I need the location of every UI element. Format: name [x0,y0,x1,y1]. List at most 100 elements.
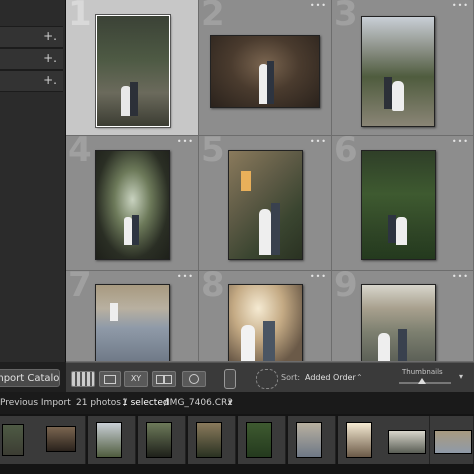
window-light [241,171,251,191]
photo-count: 21 photos / [76,398,127,408]
collection-row-3[interactable]: +. [0,70,63,92]
bride-figure [259,209,271,255]
filmstrip-thumb[interactable] [430,416,474,464]
photo-thumbnail[interactable] [228,150,303,260]
survey-icon [164,375,172,384]
bride-figure [396,217,407,245]
filmstrip-info-bar: Previous Import 21 photos / 1 selected /… [0,392,474,414]
cell-number: 6 [334,136,358,170]
more-icon[interactable]: ••• [310,137,327,146]
collection-row-1[interactable]: +. [0,26,63,48]
photo-thumbnail [434,430,472,454]
selected-count: 1 selected [122,398,169,408]
groom-figure [267,61,274,104]
filmstrip-thumb[interactable] [138,416,186,464]
import-catalog-button[interactable]: Import Catalog [0,369,60,387]
photo-thumbnail[interactable] [95,150,170,260]
groom-figure [398,329,407,361]
add-icon[interactable]: +. [43,29,57,43]
more-icon[interactable]: ••• [452,272,469,281]
grid-cell-9[interactable]: 9 ••• [332,271,474,362]
thumbnails-label: Thumbnails [402,368,443,376]
more-icon[interactable]: ••• [310,1,327,10]
cell-number: 2 [201,0,225,34]
photo-thumbnail[interactable] [95,14,171,128]
add-icon[interactable]: +. [43,73,57,87]
bride-figure [110,303,118,321]
filmstrip-thumb[interactable] [88,416,136,464]
cell-number: 1 [68,0,92,34]
grid-toolbar: XY Sort: Added Order ⌃ Thumbnails ▾ [66,362,474,393]
survey-view-button[interactable] [152,371,176,387]
filename-dropdown-icon[interactable]: ▾ [228,398,233,408]
cell-number: 3 [334,0,358,34]
bride-figure [124,217,132,245]
filename: /IMG_7406.CR2 [164,398,233,408]
groom-figure [132,215,139,245]
sort-label: Sort: [281,373,301,382]
grid-cell-1[interactable]: 1 [66,0,199,136]
cell-number: 9 [334,271,358,305]
cell-number: 7 [68,271,92,305]
groom-figure [271,203,280,255]
photo-thumbnail [346,422,372,458]
grid-cell-8[interactable]: 8 ••• [199,271,332,362]
filmstrip-thumb[interactable] [238,416,286,464]
compare-view-button[interactable]: XY [124,371,148,387]
sort-dropdown[interactable]: Added Order [305,373,356,382]
filmstrip-thumb[interactable] [384,416,430,464]
people-view-button[interactable] [182,371,206,387]
face-icon [189,374,199,384]
photo-thumbnail [196,422,222,458]
bride-figure [378,333,390,361]
grid-cell-5[interactable]: 5 ••• [199,136,332,271]
photo-thumbnail[interactable] [228,284,303,361]
bride-figure [392,81,404,111]
loupe-view-button[interactable] [99,371,121,387]
photo-thumbnail[interactable] [361,284,436,361]
sort-arrow-icon[interactable]: ⌃ [356,373,363,382]
grid-view-button[interactable] [71,371,95,387]
photo-thumbnail[interactable] [361,150,436,260]
grid-cell-4[interactable]: 4 ••• [66,136,199,271]
filmstrip-thumb[interactable] [188,416,236,464]
more-icon[interactable]: ••• [177,137,194,146]
bride-figure [241,325,255,361]
grid-cell-7[interactable]: 7 ••• [66,271,199,362]
photo-thumbnail [296,422,322,458]
filmstrip [0,414,474,474]
grid-cell-3[interactable]: 3 ••• [332,0,474,136]
groom-figure [384,77,392,109]
collection-row-2[interactable]: +. [0,48,63,70]
left-panel: +. +. +. [0,0,66,362]
more-icon[interactable]: ••• [310,272,327,281]
cell-number: 8 [201,271,225,305]
filmstrip-thumb[interactable] [338,416,386,464]
groom-figure [130,82,138,116]
grid-cell-2[interactable]: 2 ••• [199,0,332,136]
source-label[interactable]: Previous Import [0,398,71,408]
photo-thumbnail[interactable] [95,284,170,361]
painter-icon[interactable] [224,369,236,389]
photo-thumbnail [388,430,426,454]
photo-thumbnail [2,424,24,456]
slider-knob[interactable] [418,378,427,384]
more-icon[interactable]: ••• [452,137,469,146]
photo-thumbnail[interactable] [210,35,320,108]
filmstrip-thumb[interactable] [38,416,86,464]
photo-thumbnail [46,426,76,452]
photo-thumbnail[interactable] [361,16,435,127]
grid-cell-6[interactable]: 6 ••• [332,136,474,271]
filmstrip-thumb[interactable] [288,416,336,464]
add-icon[interactable]: +. [43,51,57,65]
groom-figure [388,215,396,243]
more-icon[interactable]: ••• [452,1,469,10]
toolbar-menu-icon[interactable]: ▾ [459,372,463,381]
cell-number: 5 [201,136,225,170]
loupe-icon [104,375,116,384]
rotate-icon[interactable] [256,369,278,389]
photo-thumbnail [146,422,172,458]
photo-thumbnail [96,422,122,458]
more-icon[interactable]: ••• [177,272,194,281]
cell-number: 4 [68,136,92,170]
